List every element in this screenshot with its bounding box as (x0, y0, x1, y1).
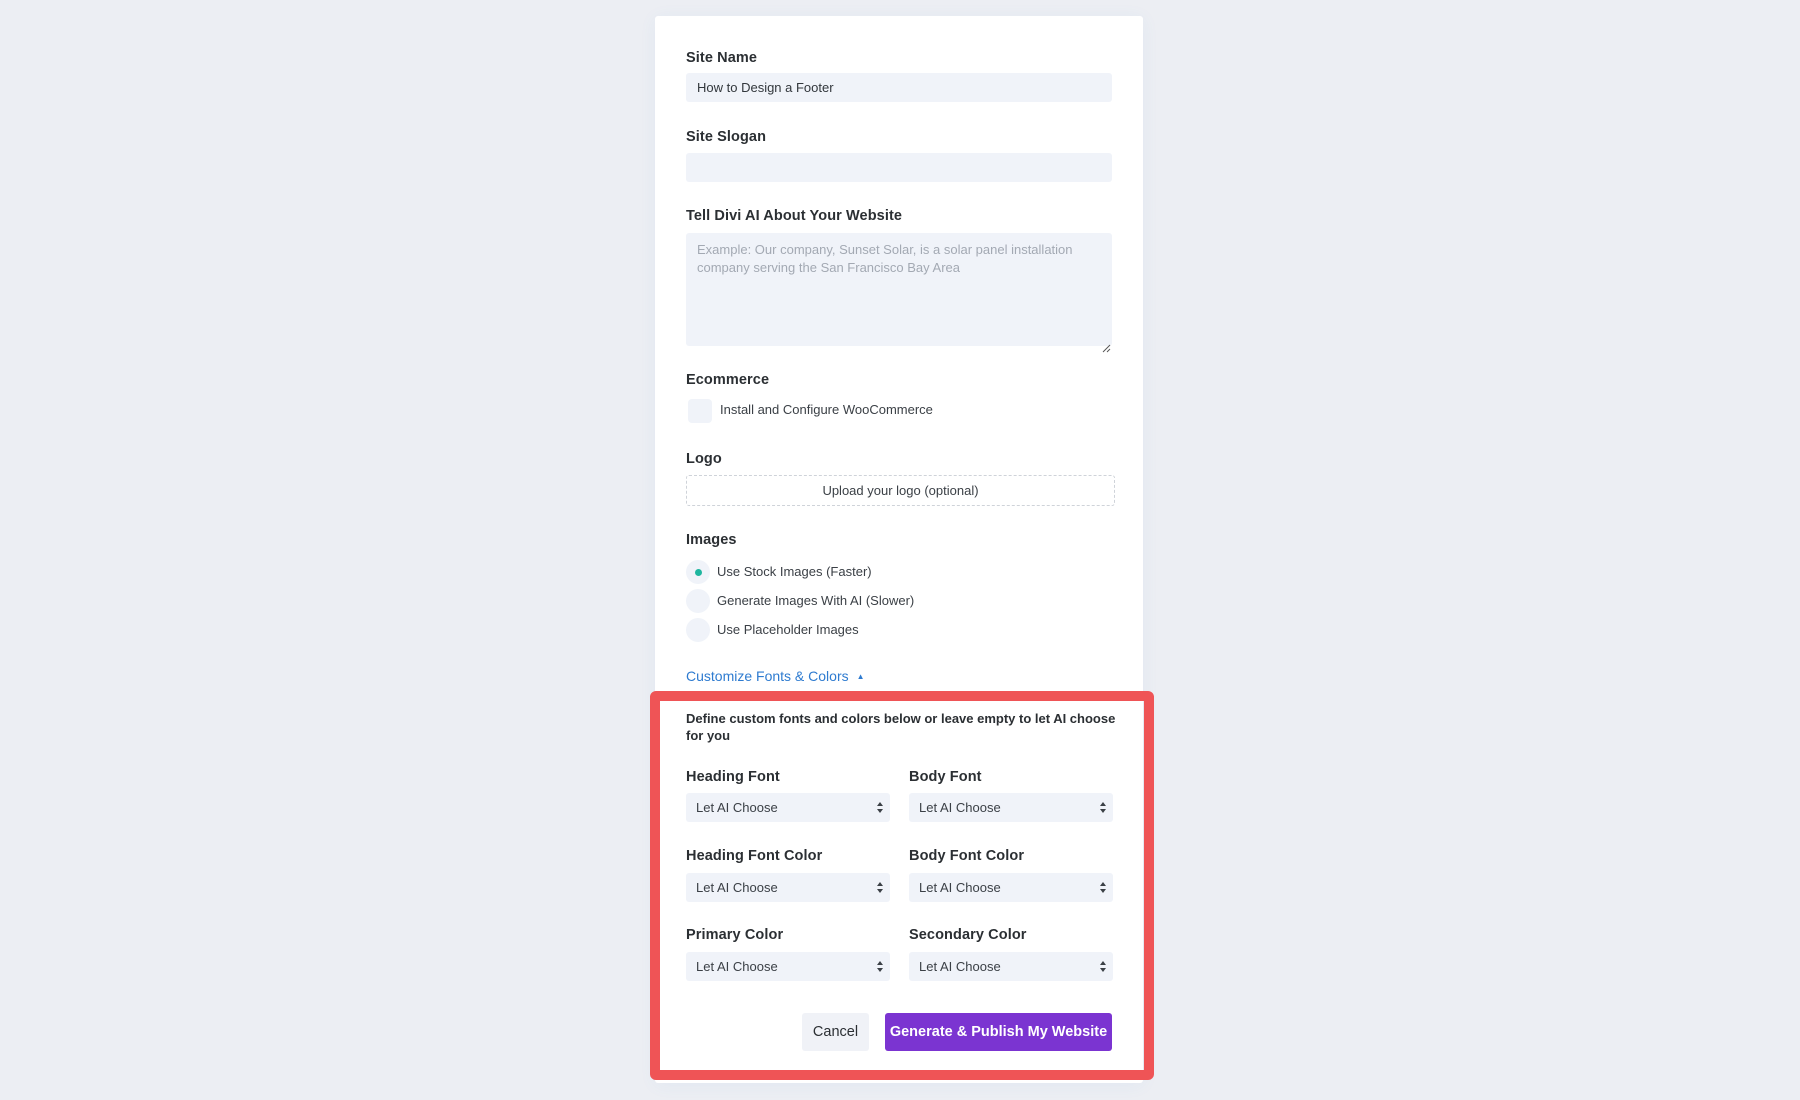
cancel-button[interactable]: Cancel (802, 1013, 869, 1051)
body-font-color-value: Let AI Choose (919, 880, 1001, 895)
customize-description: Define custom fonts and colors below or … (686, 711, 1116, 743)
select-arrows-icon (877, 961, 883, 972)
about-website-label: Tell Divi AI About Your Website (686, 208, 903, 224)
site-name-input[interactable] (686, 73, 1112, 102)
body-font-select[interactable]: Let AI Choose (909, 793, 1113, 822)
body-font-value: Let AI Choose (919, 800, 1001, 815)
heading-font-color-value: Let AI Choose (696, 880, 778, 895)
about-website-textarea[interactable] (686, 233, 1112, 346)
site-slogan-label: Site Slogan (686, 129, 767, 145)
radio-placeholder-images[interactable] (686, 618, 710, 642)
customize-fonts-colors-toggle[interactable]: Customize Fonts & Colors ▲ (686, 668, 865, 684)
upload-logo-label: Upload your logo (optional) (822, 483, 979, 498)
woocommerce-checkbox[interactable] (688, 399, 712, 423)
heading-font-select[interactable]: Let AI Choose (686, 793, 890, 822)
secondary-color-label: Secondary Color (909, 927, 1027, 943)
radio-stock-images-label[interactable]: Use Stock Images (Faster) (717, 564, 872, 579)
logo-label: Logo (686, 451, 722, 467)
radio-ai-images-label[interactable]: Generate Images With AI (Slower) (717, 593, 914, 608)
upload-logo-button[interactable]: Upload your logo (optional) (686, 475, 1115, 506)
images-label: Images (686, 532, 737, 548)
secondary-color-select[interactable]: Let AI Choose (909, 952, 1113, 981)
ecommerce-label: Ecommerce (686, 372, 770, 388)
site-slogan-input[interactable] (686, 153, 1112, 182)
heading-font-label: Heading Font (686, 769, 780, 785)
secondary-color-value: Let AI Choose (919, 959, 1001, 974)
heading-font-color-select[interactable]: Let AI Choose (686, 873, 890, 902)
primary-color-value: Let AI Choose (696, 959, 778, 974)
generate-publish-button[interactable]: Generate & Publish My Website (885, 1013, 1112, 1051)
primary-color-select[interactable]: Let AI Choose (686, 952, 890, 981)
radio-placeholder-images-label[interactable]: Use Placeholder Images (717, 622, 859, 637)
resize-handle-icon[interactable] (1101, 343, 1111, 353)
customize-fonts-colors-label: Customize Fonts & Colors (686, 668, 849, 684)
woocommerce-checkbox-label[interactable]: Install and Configure WooCommerce (720, 402, 933, 417)
site-name-label: Site Name (686, 50, 758, 66)
site-generator-card: Site Name Site Slogan Tell Divi AI About… (655, 16, 1143, 1083)
body-font-color-label: Body Font Color (909, 848, 1025, 864)
radio-ai-images[interactable] (686, 589, 710, 613)
body-font-label: Body Font (909, 769, 982, 785)
caret-up-icon: ▲ (856, 672, 865, 681)
primary-color-label: Primary Color (686, 927, 784, 943)
radio-selected-dot (694, 568, 702, 576)
heading-font-color-label: Heading Font Color (686, 848, 823, 864)
heading-font-value: Let AI Choose (696, 800, 778, 815)
select-arrows-icon (1100, 961, 1106, 972)
select-arrows-icon (1100, 882, 1106, 893)
select-arrows-icon (1100, 802, 1106, 813)
body-font-color-select[interactable]: Let AI Choose (909, 873, 1113, 902)
select-arrows-icon (877, 882, 883, 893)
radio-stock-images[interactable] (686, 560, 710, 584)
select-arrows-icon (877, 802, 883, 813)
